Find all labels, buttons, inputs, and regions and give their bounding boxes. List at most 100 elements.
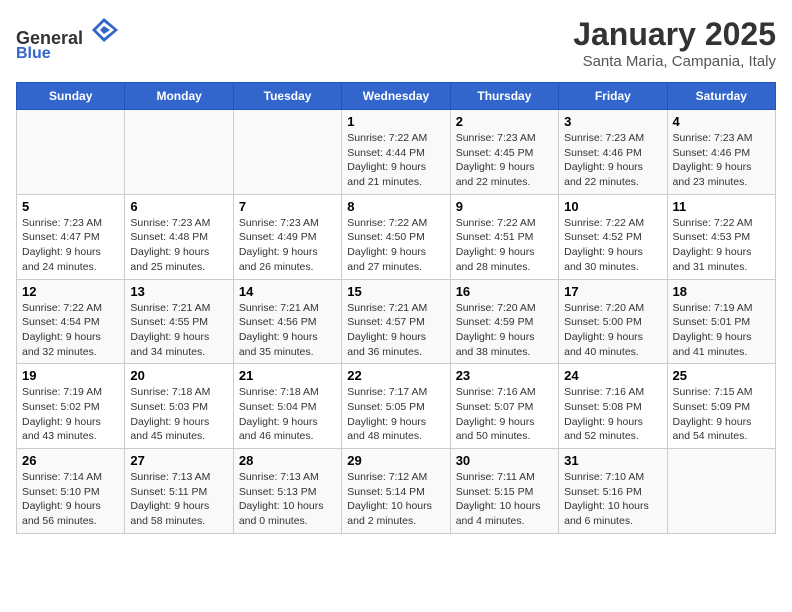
day-number: 17	[564, 284, 661, 299]
calendar-cell: 5 Sunrise: 7:23 AMSunset: 4:47 PMDaylight…	[17, 194, 125, 279]
day-number: 1	[347, 114, 444, 129]
calendar-cell: 3 Sunrise: 7:23 AMSunset: 4:46 PMDaylight…	[559, 110, 667, 195]
calendar-week-5: 26Sunrise: 7:14 AMSunset: 5:10 PMDayligh…	[17, 449, 776, 534]
day-number: 11	[673, 199, 770, 214]
calendar-cell: 6Sunrise: 7:23 AMSunset: 4:48 PMDaylight…	[125, 194, 233, 279]
calendar-cell: 30 Sunrise: 7:11 AMSunset: 5:15 PMDayligh…	[450, 449, 558, 534]
day-number: 10	[564, 199, 661, 214]
day-info: Sunrise: 7:22 AMSunset: 4:52 PMDaylight:…	[564, 216, 661, 275]
day-number: 30	[456, 453, 553, 468]
day-number: 4	[673, 114, 770, 129]
calendar-cell: 29 Sunrise: 7:12 AMSunset: 5:14 PMDayligh…	[342, 449, 450, 534]
day-number: 3	[564, 114, 661, 129]
month-title: January 2025	[573, 16, 776, 53]
day-info: Sunrise: 7:20 AMSunset: 5:00 PMDaylight:…	[564, 301, 661, 360]
day-info: Sunrise: 7:19 AMSunset: 5:02 PMDaylight:…	[22, 385, 119, 444]
day-info: Sunrise: 7:18 AMSunset: 5:03 PMDaylight:…	[130, 385, 227, 444]
day-number: 15	[347, 284, 444, 299]
day-info: Sunrise: 7:15 AMSunset: 5:09 PMDaylight:…	[673, 385, 770, 444]
day-info: Sunrise: 7:21 AMSunset: 4:55 PMDaylight:…	[130, 301, 227, 360]
day-info: Sunrise: 7:19 AMSunset: 5:01 PMDaylight:…	[673, 301, 770, 360]
day-info: Sunrise: 7:22 AMSunset: 4:50 PMDaylight:…	[347, 216, 444, 275]
calendar-cell: 15 Sunrise: 7:21 AMSunset: 4:57 PMDayligh…	[342, 279, 450, 364]
day-info: Sunrise: 7:23 AMSunset: 4:48 PMDaylight:…	[130, 216, 227, 275]
calendar-week-2: 5 Sunrise: 7:23 AMSunset: 4:47 PMDaylight…	[17, 194, 776, 279]
calendar-cell: 11 Sunrise: 7:22 AMSunset: 4:53 PMDayligh…	[667, 194, 775, 279]
logo-flag-icon	[83, 28, 118, 48]
calendar-cell: 19 Sunrise: 7:19 AMSunset: 5:02 PMDayligh…	[17, 364, 125, 449]
day-info: Sunrise: 7:22 AMSunset: 4:53 PMDaylight:…	[673, 216, 770, 275]
day-info: Sunrise: 7:18 AMSunset: 5:04 PMDaylight:…	[239, 385, 336, 444]
calendar-cell: 22Sunrise: 7:17 AMSunset: 5:05 PMDayligh…	[342, 364, 450, 449]
day-number: 7	[239, 199, 336, 214]
day-info: Sunrise: 7:23 AMSunset: 4:49 PMDaylight:…	[239, 216, 336, 275]
day-number: 9	[456, 199, 553, 214]
calendar-week-1: 1 Sunrise: 7:22 AMSunset: 4:44 PMDaylight…	[17, 110, 776, 195]
day-info: Sunrise: 7:23 AMSunset: 4:45 PMDaylight:…	[456, 131, 553, 190]
day-number: 21	[239, 368, 336, 383]
calendar-cell: 20 Sunrise: 7:18 AMSunset: 5:03 PMDayligh…	[125, 364, 233, 449]
calendar-cell	[17, 110, 125, 195]
calendar-week-4: 19 Sunrise: 7:19 AMSunset: 5:02 PMDayligh…	[17, 364, 776, 449]
calendar-cell: 1 Sunrise: 7:22 AMSunset: 4:44 PMDaylight…	[342, 110, 450, 195]
title-block: January 2025 Santa Maria, Campania, Ital…	[573, 16, 776, 70]
calendar-cell: 18 Sunrise: 7:19 AMSunset: 5:01 PMDayligh…	[667, 279, 775, 364]
calendar-cell: 2 Sunrise: 7:23 AMSunset: 4:45 PMDaylight…	[450, 110, 558, 195]
calendar-cell: 26Sunrise: 7:14 AMSunset: 5:10 PMDayligh…	[17, 449, 125, 534]
day-info: Sunrise: 7:10 AMSunset: 5:16 PMDaylight:…	[564, 470, 661, 529]
calendar-cell: 8Sunrise: 7:22 AMSunset: 4:50 PMDaylight…	[342, 194, 450, 279]
day-info: Sunrise: 7:21 AMSunset: 4:56 PMDaylight:…	[239, 301, 336, 360]
calendar-cell: 7 Sunrise: 7:23 AMSunset: 4:49 PMDaylight…	[233, 194, 341, 279]
day-info: Sunrise: 7:22 AMSunset: 4:51 PMDaylight:…	[456, 216, 553, 275]
calendar-cell	[125, 110, 233, 195]
day-number: 2	[456, 114, 553, 129]
calendar-table: SundayMondayTuesdayWednesdayThursdayFrid…	[16, 82, 776, 534]
day-info: Sunrise: 7:23 AMSunset: 4:47 PMDaylight:…	[22, 216, 119, 275]
day-number: 23	[456, 368, 553, 383]
day-info: Sunrise: 7:13 AMSunset: 5:11 PMDaylight:…	[130, 470, 227, 529]
day-info: Sunrise: 7:16 AMSunset: 5:08 PMDaylight:…	[564, 385, 661, 444]
location: Santa Maria, Campania, Italy	[573, 53, 776, 70]
day-info: Sunrise: 7:23 AMSunset: 4:46 PMDaylight:…	[564, 131, 661, 190]
day-number: 28	[239, 453, 336, 468]
day-number: 12	[22, 284, 119, 299]
calendar-cell: 9 Sunrise: 7:22 AMSunset: 4:51 PMDaylight…	[450, 194, 558, 279]
calendar-cell	[667, 449, 775, 534]
day-number: 20	[130, 368, 227, 383]
calendar-cell: 10 Sunrise: 7:22 AMSunset: 4:52 PMDayligh…	[559, 194, 667, 279]
weekday-header-monday: Monday	[125, 83, 233, 110]
calendar-cell: 25Sunrise: 7:15 AMSunset: 5:09 PMDayligh…	[667, 364, 775, 449]
day-number: 19	[22, 368, 119, 383]
day-number: 26	[22, 453, 119, 468]
day-info: Sunrise: 7:22 AMSunset: 4:54 PMDaylight:…	[22, 301, 119, 360]
logo: General Blue	[16, 16, 118, 62]
weekday-header-sunday: Sunday	[17, 83, 125, 110]
day-info: Sunrise: 7:21 AMSunset: 4:57 PMDaylight:…	[347, 301, 444, 360]
weekday-header-wednesday: Wednesday	[342, 83, 450, 110]
calendar-cell: 31Sunrise: 7:10 AMSunset: 5:16 PMDayligh…	[559, 449, 667, 534]
day-number: 29	[347, 453, 444, 468]
day-number: 13	[130, 284, 227, 299]
day-info: Sunrise: 7:16 AMSunset: 5:07 PMDaylight:…	[456, 385, 553, 444]
day-info: Sunrise: 7:23 AMSunset: 4:46 PMDaylight:…	[673, 131, 770, 190]
calendar-cell	[233, 110, 341, 195]
calendar-cell: 17 Sunrise: 7:20 AMSunset: 5:00 PMDayligh…	[559, 279, 667, 364]
calendar-cell: 14Sunrise: 7:21 AMSunset: 4:56 PMDayligh…	[233, 279, 341, 364]
calendar-cell: 28 Sunrise: 7:13 AMSunset: 5:13 PMDayligh…	[233, 449, 341, 534]
weekday-header-thursday: Thursday	[450, 83, 558, 110]
day-info: Sunrise: 7:22 AMSunset: 4:44 PMDaylight:…	[347, 131, 444, 190]
day-info: Sunrise: 7:11 AMSunset: 5:15 PMDaylight:…	[456, 470, 553, 529]
weekday-header-row: SundayMondayTuesdayWednesdayThursdayFrid…	[17, 83, 776, 110]
calendar-cell: 13 Sunrise: 7:21 AMSunset: 4:55 PMDayligh…	[125, 279, 233, 364]
day-info: Sunrise: 7:20 AMSunset: 4:59 PMDaylight:…	[456, 301, 553, 360]
day-info: Sunrise: 7:13 AMSunset: 5:13 PMDaylight:…	[239, 470, 336, 529]
calendar-cell: 12 Sunrise: 7:22 AMSunset: 4:54 PMDayligh…	[17, 279, 125, 364]
day-number: 18	[673, 284, 770, 299]
calendar-cell: 23 Sunrise: 7:16 AMSunset: 5:07 PMDayligh…	[450, 364, 558, 449]
calendar-cell: 24Sunrise: 7:16 AMSunset: 5:08 PMDayligh…	[559, 364, 667, 449]
day-info: Sunrise: 7:12 AMSunset: 5:14 PMDaylight:…	[347, 470, 444, 529]
page-header: General Blue January 2025 Santa Maria, C…	[16, 16, 776, 70]
day-number: 27	[130, 453, 227, 468]
calendar-cell: 27 Sunrise: 7:13 AMSunset: 5:11 PMDayligh…	[125, 449, 233, 534]
day-number: 5	[22, 199, 119, 214]
